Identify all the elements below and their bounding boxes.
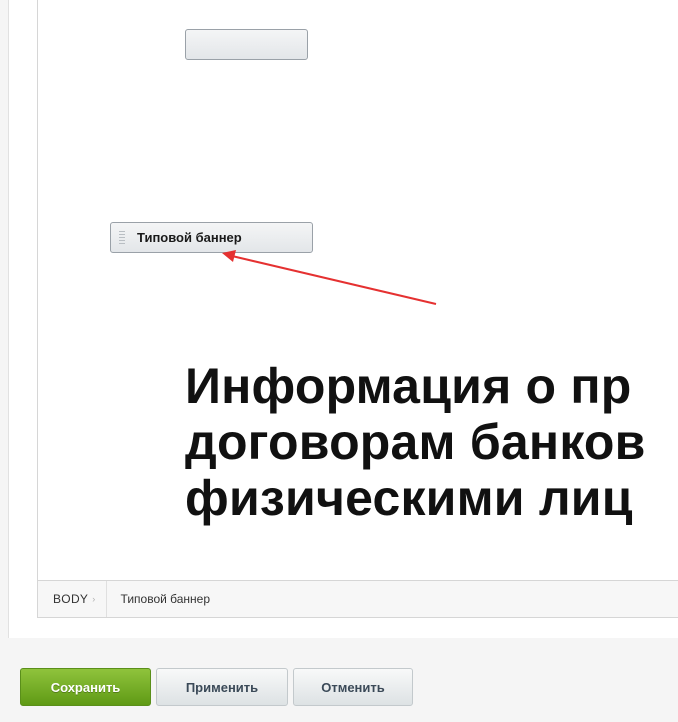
breadcrumb-item-body[interactable]: BODY › [38,581,107,617]
drag-handle-icon[interactable] [119,231,125,244]
banner-component-block[interactable]: Типовой баннер [110,222,313,253]
empty-component-block[interactable] [185,29,308,60]
save-button[interactable]: Сохранить [20,668,151,706]
banner-block-label: Типовой баннер [137,230,242,245]
visual-edit-area[interactable]: Типовой баннер Информация о пр договорам… [37,0,678,580]
heading-line: договорам банков [185,414,646,470]
breadcrumb-banner-label: Типовой баннер [120,592,211,606]
heading-line: физическими лиц [185,470,633,526]
breadcrumb-separator-icon: › [92,594,96,604]
apply-button[interactable]: Применить [156,668,288,706]
heading-line: Информация о пр [185,358,632,414]
page-heading[interactable]: Информация о пр договорам банков физичес… [185,358,646,526]
breadcrumb-item-banner[interactable]: Типовой баннер [107,581,211,617]
breadcrumb-bar: BODY › Типовой баннер [37,580,678,618]
cancel-button[interactable]: Отменить [293,668,413,706]
page: Типовой баннер Информация о пр договорам… [0,0,678,722]
breadcrumb-body-label: BODY [53,592,89,606]
